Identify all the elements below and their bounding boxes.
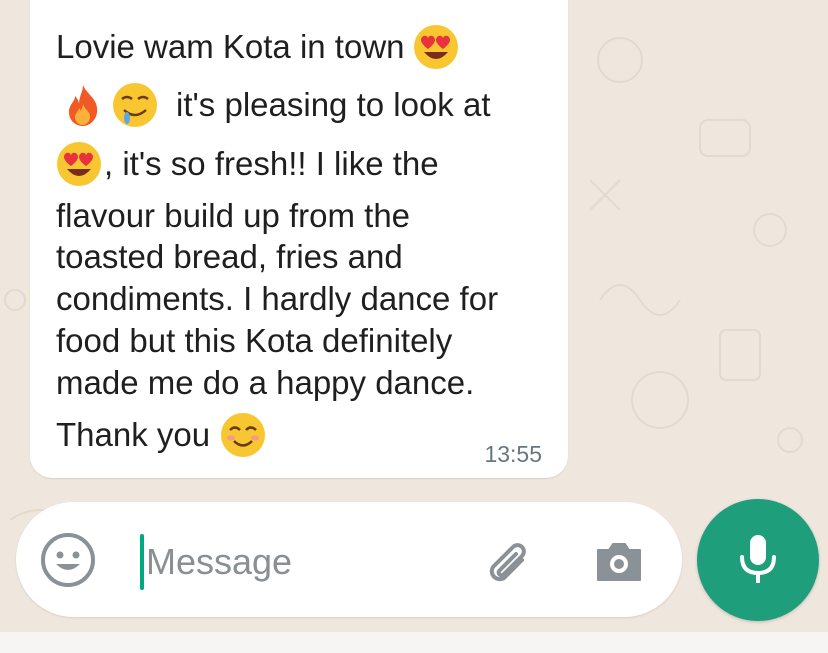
message-line-7: food but this Kota definitely — [56, 322, 453, 359]
text-cursor — [140, 534, 144, 590]
message-line-1: Lovie wam Kota in town — [56, 24, 463, 70]
paperclip-icon[interactable] — [478, 532, 536, 590]
message-text: Thank you — [56, 416, 211, 453]
message-line-6: condiments. I hardly dance for — [56, 280, 499, 317]
message-composer — [16, 502, 682, 617]
microphone-icon[interactable] — [697, 499, 819, 621]
smiley-icon[interactable] — [40, 532, 96, 588]
message-line-9: Thank you — [56, 412, 270, 458]
message-line-8: made me do a happy dance. — [56, 364, 475, 401]
smiling-face-emoji-icon — [220, 412, 266, 458]
system-nav-strip — [0, 632, 828, 653]
message-text: Lovie wam Kota in town — [56, 28, 405, 65]
message-line-4: flavour build up from the — [56, 197, 411, 234]
heart-eyes-emoji-icon — [413, 24, 459, 70]
message-line-5: toasted bread, fries and — [56, 238, 403, 275]
camera-icon[interactable] — [590, 532, 648, 590]
message-line-3: , it's so fresh!! I like the — [56, 141, 439, 187]
message-text: it's pleasing to look at — [176, 86, 491, 123]
heart-eyes-emoji-icon — [56, 141, 102, 187]
message-input[interactable] — [146, 532, 476, 592]
message-timestamp: 13:55 — [484, 441, 542, 467]
drooling-face-emoji-icon — [112, 82, 158, 128]
fire-emoji-icon — [60, 82, 106, 128]
message-text: , it's so fresh!! I like the — [104, 145, 439, 182]
message-bubble[interactable]: Lovie wam Kota in town it's pleasing to … — [30, 0, 568, 478]
message-line-2: it's pleasing to look at — [56, 82, 490, 128]
